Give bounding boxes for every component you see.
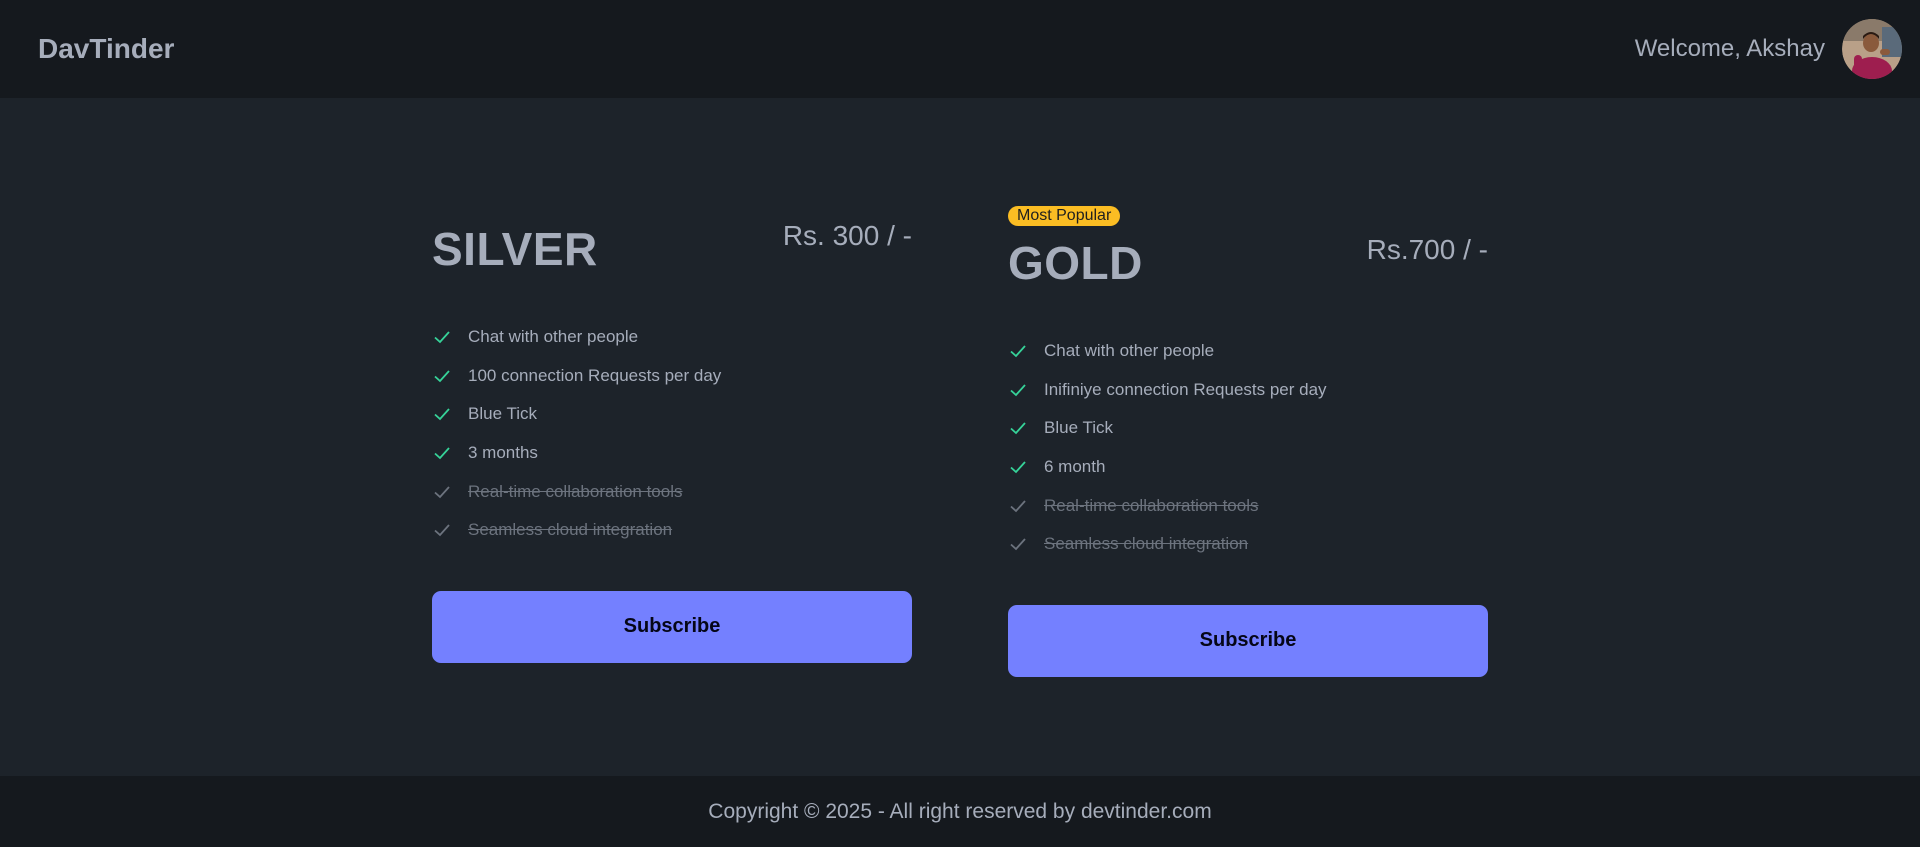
feature-item-excluded: Seamless cloud integration (1008, 525, 1488, 564)
user-avatar[interactable] (1842, 19, 1902, 79)
feature-item: 6 month (1008, 448, 1488, 487)
subscribe-silver-button[interactable]: Subscribe (432, 590, 912, 663)
feature-item-excluded: Real-time collaboration tools (1008, 486, 1488, 525)
plan-price: Rs. 300 / - (782, 220, 912, 251)
check-icon (1008, 534, 1028, 554)
pricing-section: SILVER Rs. 300 / - Chat with other peopl… (0, 98, 1920, 776)
feature-text: Real-time collaboration tools (1044, 495, 1259, 515)
user-menu: Welcome, Akshay (1635, 19, 1902, 79)
plan-header: SILVER Rs. 300 / - (432, 220, 912, 275)
brand-logo-link[interactable]: DavTinder (38, 33, 174, 65)
feature-item: 3 months (432, 434, 912, 473)
feature-item: Blue Tick (1008, 409, 1488, 448)
subscribe-gold-button[interactable]: Subscribe (1008, 604, 1488, 677)
feature-item: Chat with other people (1008, 332, 1488, 371)
feature-text: 100 connection Requests per day (468, 365, 722, 385)
check-icon (432, 443, 452, 463)
check-icon (1008, 380, 1028, 400)
check-icon (1008, 457, 1028, 477)
feature-text: Blue Tick (1044, 418, 1113, 438)
feature-text: Chat with other people (468, 327, 639, 347)
feature-text: 3 months (468, 443, 538, 463)
check-icon (432, 327, 452, 347)
plan-card-gold: Most Popular GOLD Rs.700 / - Chat with o… (1008, 206, 1488, 677)
plan-price: Rs.700 / - (1366, 234, 1488, 265)
feature-text: Blue Tick (468, 404, 537, 424)
feature-item: Chat with other people (432, 318, 912, 357)
feature-text: Seamless cloud integration (468, 520, 673, 540)
feature-text: Real-time collaboration tools (468, 481, 683, 501)
feature-item-excluded: Seamless cloud integration (432, 511, 912, 550)
navbar: DavTinder Welcome, Akshay (0, 0, 1920, 98)
feature-item: Inifiniye connection Requests per day (1008, 371, 1488, 410)
feature-item-excluded: Real-time collaboration tools (432, 472, 912, 511)
copyright-text: Copyright © 2025 - All right reserved by… (708, 799, 1212, 823)
most-popular-badge: Most Popular (1008, 206, 1121, 226)
plan-card-silver: SILVER Rs. 300 / - Chat with other peopl… (432, 220, 912, 663)
feature-item: 100 connection Requests per day (432, 357, 912, 396)
feature-list: Chat with other people Inifiniye connect… (1008, 332, 1488, 564)
footer: Copyright © 2025 - All right reserved by… (0, 776, 1920, 847)
feature-list: Chat with other people 100 connection Re… (432, 318, 912, 550)
feature-text: 6 month (1044, 457, 1106, 477)
check-icon (432, 482, 452, 502)
welcome-text: Welcome, Akshay (1634, 35, 1825, 62)
plan-header: GOLD Rs.700 / - (1008, 234, 1488, 289)
check-icon (1008, 418, 1028, 438)
feature-text: Seamless cloud integration (1044, 534, 1249, 554)
plan-name: GOLD (1008, 237, 1143, 289)
check-icon (1008, 341, 1028, 361)
check-icon (432, 366, 452, 386)
check-icon (432, 404, 452, 424)
check-icon (1008, 496, 1028, 516)
feature-text: Chat with other people (1044, 341, 1215, 361)
plan-name: SILVER (432, 223, 598, 275)
feature-text: Inifiniye connection Requests per day (1044, 379, 1327, 399)
check-icon (432, 520, 452, 540)
feature-item: Blue Tick (432, 395, 912, 434)
avatar-photo-icon (1842, 19, 1902, 79)
